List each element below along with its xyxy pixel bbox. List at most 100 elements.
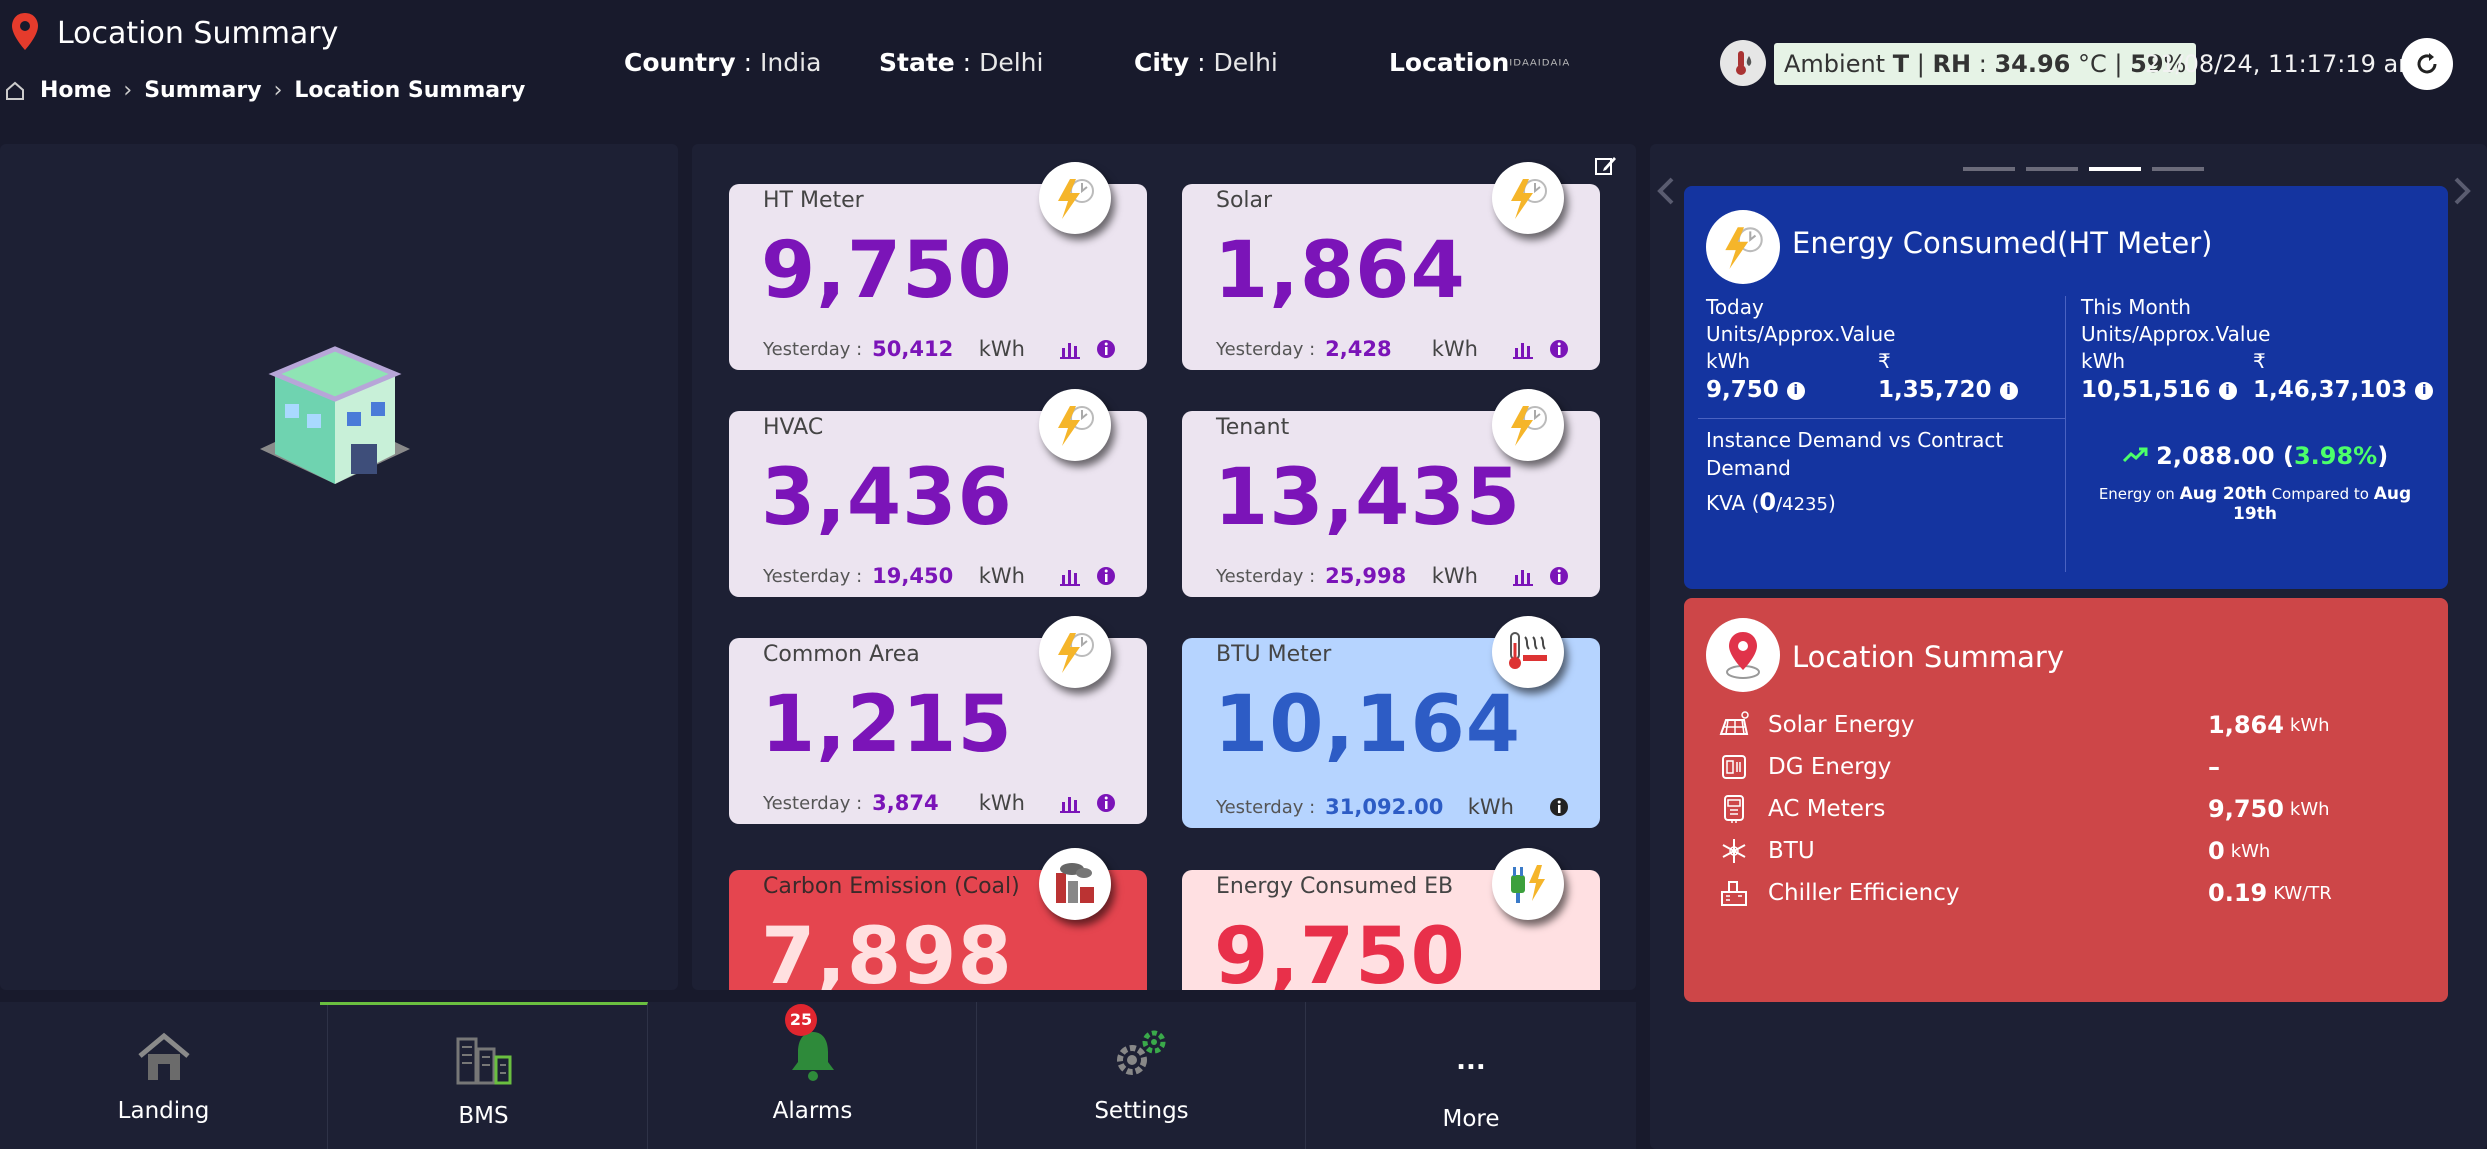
info-icon[interactable]: [1095, 792, 1117, 814]
carousel-prev-icon[interactable]: [1656, 176, 1676, 206]
summary-row-btu: BTU 0 kWh: [1718, 834, 2418, 868]
rupee-label: ₹: [1878, 349, 1891, 373]
meter-value: 7,898: [761, 912, 1013, 990]
units-label: Units/Approx.Value: [2081, 322, 2271, 346]
meter-label: HVAC: [763, 415, 824, 440]
lightning-icon: [1039, 162, 1111, 234]
lightning-icon: [1039, 616, 1111, 688]
info-icon[interactable]: [1548, 796, 1570, 818]
demand-block: Instance Demand vs Contract Demand KVA (…: [1706, 426, 2046, 519]
meter-value: 13,435: [1214, 453, 1521, 543]
buildings-icon: [456, 1037, 511, 1085]
summary-row-dg: DG Energy –: [1718, 750, 2418, 784]
carousel-dot[interactable]: [1963, 167, 2015, 171]
nav-settings[interactable]: Settings: [978, 1002, 1306, 1149]
edit-icon[interactable]: [1594, 154, 1618, 178]
meter-card-common-area[interactable]: Common Area 1,215 Yesterday : 3,874 kWh: [729, 616, 1147, 824]
carousel-dot-active[interactable]: [2089, 167, 2141, 171]
month-label: This Month: [2081, 295, 2191, 319]
month-kwh: 10,51,516 i: [2081, 377, 2253, 404]
info-icon[interactable]: [1095, 338, 1117, 360]
trending-up-icon: [2122, 447, 2148, 463]
today-label: Today: [1706, 295, 1764, 319]
header: Location Summary Home › Summary › Locati…: [0, 0, 2487, 140]
lightning-icon: [1039, 389, 1111, 461]
breadcrumb-location-summary: Location Summary: [294, 78, 526, 103]
info-icon[interactable]: [1548, 565, 1570, 587]
nav-label: BMS: [458, 1103, 509, 1129]
building-icon: [260, 346, 410, 484]
yesterday-label: Yesterday :: [763, 338, 863, 360]
meter-card-ht[interactable]: HT Meter 9,750 Yesterday : 50,412 kWh: [729, 162, 1147, 370]
datetime: 21/08/24, 11:17:19 am: [2145, 50, 2422, 78]
breadcrumb-home[interactable]: Home: [40, 78, 111, 103]
meter-card-carbon-emission[interactable]: Carbon Emission (Coal) 7,898: [729, 848, 1147, 990]
location-summary-title: Location Summary: [1792, 640, 2065, 674]
meter-card-solar[interactable]: Solar 1,864 Yesterday : 2,428 kWh: [1182, 162, 1600, 370]
divider: [2065, 296, 2066, 572]
today-kwh: 9,750 i: [1706, 377, 1878, 404]
meter-label: Common Area: [763, 642, 920, 667]
meter-value: 10,164: [1214, 680, 1521, 770]
meter-card-btu[interactable]: BTU Meter 10,164 Yesterday : 31,092.00 k…: [1182, 616, 1600, 828]
nav-label: Settings: [1094, 1098, 1189, 1124]
meter-panel: HT Meter 9,750 Yesterday : 50,412 kWh So…: [692, 144, 1636, 990]
info-icon[interactable]: i: [2415, 381, 2434, 400]
yesterday-value: 25,998: [1325, 564, 1407, 588]
meter-label: BTU Meter: [1216, 642, 1332, 667]
info-icon[interactable]: [1095, 565, 1117, 587]
unit-label: kWh: [978, 337, 1025, 361]
page-title: Location Summary: [57, 16, 339, 51]
refresh-button[interactable]: [2401, 38, 2453, 90]
home-icon: [137, 1032, 190, 1080]
carousel-dot[interactable]: [2152, 167, 2204, 171]
bar-chart-icon[interactable]: [1512, 338, 1534, 360]
info-icon[interactable]: i: [1999, 381, 2018, 400]
unit-label: kWh: [978, 564, 1025, 588]
meter-card-hvac[interactable]: HVAC 3,436 Yesterday : 19,450 kWh: [729, 389, 1147, 597]
meter-icon: [1724, 795, 1744, 823]
plug-icon: [1492, 848, 1564, 920]
meter-footer: Yesterday : 50,412 kWh: [763, 334, 1117, 364]
more-icon: ...: [1456, 1046, 1486, 1076]
unit-label: kWh: [1431, 564, 1478, 588]
info-icon[interactable]: [1548, 338, 1570, 360]
yesterday-label: Yesterday :: [1216, 338, 1316, 360]
refresh-icon: [2417, 53, 2437, 74]
carousel-dot[interactable]: [2026, 167, 2078, 171]
yesterday-value: 31,092.00: [1325, 795, 1444, 819]
bar-chart-icon[interactable]: [1059, 338, 1081, 360]
nav-bms[interactable]: BMS: [320, 1002, 648, 1149]
meter-label: Tenant: [1216, 415, 1290, 440]
bar-chart-icon[interactable]: [1059, 792, 1081, 814]
nav-landing[interactable]: Landing: [0, 1002, 328, 1149]
breadcrumb-summary[interactable]: Summary: [144, 78, 261, 103]
meter-card-energy-eb[interactable]: Energy Consumed EB 9,750: [1182, 848, 1600, 990]
bar-chart-icon[interactable]: [1059, 565, 1081, 587]
chiller-icon: [1721, 881, 1747, 906]
factory-icon: [1039, 848, 1111, 920]
carousel-indicators: [1963, 167, 2204, 171]
nav-label: Landing: [117, 1098, 210, 1124]
carousel-next-icon[interactable]: [2452, 176, 2472, 206]
nav-alarms[interactable]: 25 Alarms: [649, 1002, 977, 1149]
yesterday-value: 50,412: [872, 337, 954, 361]
chevron-right-icon: ›: [123, 78, 133, 103]
home-icon[interactable]: [4, 80, 26, 102]
gears-icon: [1116, 1030, 1165, 1075]
meter-label: Solar: [1216, 188, 1273, 213]
nav-more[interactable]: ... More: [1307, 1002, 1635, 1149]
info-icon[interactable]: i: [1786, 381, 1805, 400]
breadcrumb: Home › Summary › Location Summary: [4, 78, 525, 103]
meter-card-tenant[interactable]: Tenant 13,435 Yesterday : 25,998 kWh: [1182, 389, 1600, 597]
month-value: 1,46,37,103 i: [2253, 377, 2434, 404]
yesterday-label: Yesterday :: [1216, 796, 1316, 818]
bar-chart-icon[interactable]: [1512, 565, 1534, 587]
summary-row-ac-meters: AC Meters 9,750 kWh: [1718, 792, 2418, 826]
energy-consumed-card: Energy Consumed(HT Meter) Today Units/Ap…: [1684, 186, 2448, 589]
meter-value: 1,215: [761, 680, 1013, 770]
info-icon[interactable]: i: [2218, 381, 2237, 400]
today-value: 1,35,720 i: [1878, 377, 2018, 404]
meter-footer: Yesterday : 31,092.00 kWh: [1216, 792, 1570, 822]
yesterday-value: 2,428: [1325, 337, 1392, 361]
